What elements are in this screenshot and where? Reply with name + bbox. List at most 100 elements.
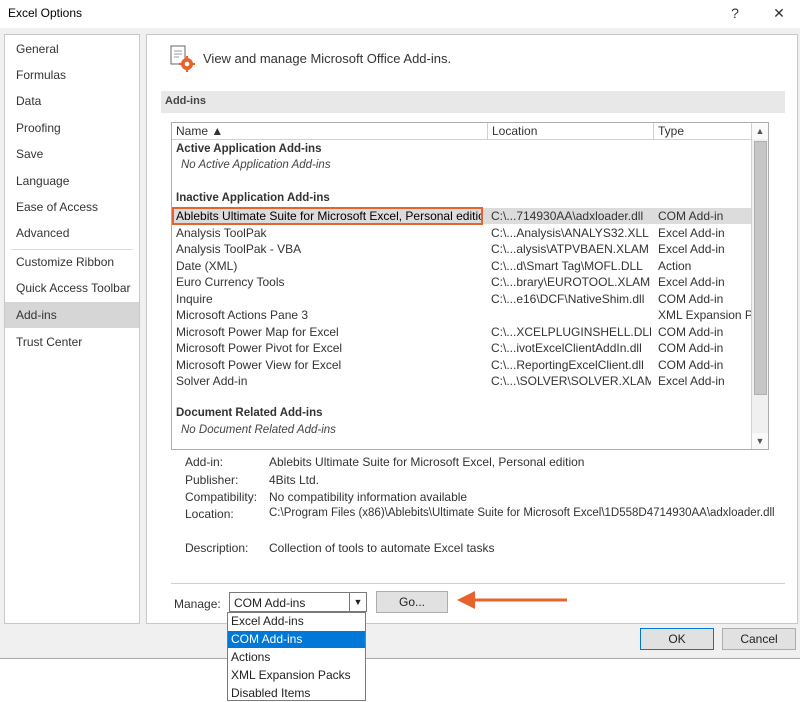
sidebar-item-quick-access-toolbar[interactable]: Quick Access Toolbar — [5, 275, 139, 301]
main-panel: View and manage Microsoft Office Add-ins… — [146, 34, 798, 624]
window-title: Excel Options — [8, 6, 83, 20]
manage-dropdown-list[interactable]: Excel Add-ins COM Add-ins Actions XML Ex… — [227, 612, 366, 701]
detail-label: Compatibility: — [185, 490, 258, 504]
scroll-up-icon[interactable]: ▲ — [752, 123, 768, 139]
detail-label: Location: — [185, 507, 234, 521]
row-location: C:\...714930AA\adxloader.dll — [491, 209, 644, 223]
row-name: Analysis ToolPak — [176, 226, 267, 240]
row-location: C:\...brary\EUROTOOL.XLAM — [491, 275, 651, 289]
row-location: C:\...ReportingExcelClient.dll — [491, 358, 644, 372]
group-active-empty: No Active Application Add-ins — [181, 159, 331, 171]
row-type: COM Add-in — [658, 209, 724, 223]
title-bar: Excel Options ? ✕ — [0, 0, 800, 28]
dropdown-option-com-addins[interactable]: COM Add-ins — [228, 631, 365, 648]
table-row[interactable]: Date (XML) C:\...d\Smart Tag\MOFL.DLL Ac… — [172, 258, 768, 274]
row-name: Solver Add-in — [176, 374, 248, 388]
row-name: Microsoft Actions Pane 3 — [176, 308, 309, 322]
table-row[interactable]: Analysis ToolPak C:\...Analysis\ANALYS32… — [172, 225, 768, 241]
close-button[interactable]: ✕ — [766, 3, 792, 23]
table-row[interactable]: Microsoft Power Pivot for Excel C:\...iv… — [172, 340, 768, 356]
table-row[interactable]: Analysis ToolPak - VBA C:\...alysis\ATPV… — [172, 241, 768, 257]
table-row[interactable]: Microsoft Actions Pane 3 XML Expansion P… — [172, 307, 768, 323]
row-type: COM Add-in — [658, 358, 724, 372]
row-type: Excel Add-in — [658, 374, 725, 388]
sidebar-item-trust-center[interactable]: Trust Center — [5, 329, 139, 355]
row-name: Analysis ToolPak - VBA — [176, 242, 302, 256]
ok-button[interactable]: OK — [640, 628, 714, 650]
row-location: C:\...e16\DCF\NativeShim.dll — [491, 292, 645, 306]
group-active-title: Active Application Add-ins — [176, 143, 322, 155]
detail-value: C:\Program Files (x86)\Ablebits\Ultimate… — [269, 507, 775, 519]
sidebar-item-customize-ribbon[interactable]: Customize Ribbon — [5, 249, 139, 275]
column-location-header[interactable]: Location — [488, 123, 654, 140]
detail-value: No compatibility information available — [269, 490, 468, 504]
row-type: Excel Add-in — [658, 226, 725, 240]
group-document-empty: No Document Related Add-ins — [181, 424, 336, 436]
row-type: Action — [658, 259, 692, 273]
table-row[interactable]: Euro Currency Tools C:\...brary\EUROTOOL… — [172, 274, 768, 290]
cancel-button[interactable]: Cancel — [722, 628, 796, 650]
row-name: Microsoft Power Map for Excel — [176, 325, 339, 339]
detail-label: Description: — [185, 541, 249, 555]
scroll-thumb[interactable] — [754, 141, 767, 395]
sidebar-item-advanced[interactable]: Advanced — [5, 220, 139, 246]
row-type: Excel Add-in — [658, 242, 725, 256]
excel-options-dialog: Excel Options ? ✕ General Formulas Data … — [0, 0, 800, 659]
row-name: Microsoft Power Pivot for Excel — [176, 341, 343, 355]
group-inactive-title: Inactive Application Add-ins — [176, 192, 330, 204]
sidebar-item-data[interactable]: Data — [5, 88, 139, 114]
row-name: Date (XML) — [176, 259, 238, 273]
row-name: Euro Currency Tools — [176, 275, 285, 289]
dropdown-arrow-icon[interactable]: ▼ — [349, 593, 366, 611]
section-header: Add-ins — [161, 91, 785, 113]
dropdown-option-excel-addins[interactable]: Excel Add-ins — [228, 613, 365, 630]
row-type: COM Add-in — [658, 325, 724, 339]
sidebar-item-language[interactable]: Language — [5, 168, 139, 194]
row-location: C:\...\SOLVER\SOLVER.XLAM — [491, 374, 651, 388]
row-location: C:\...ivotExcelClientAddIn.dll — [491, 341, 642, 355]
row-location: C:\...alysis\ATPVBAEN.XLAM — [491, 242, 649, 256]
highlight-box — [172, 207, 483, 225]
help-button[interactable]: ? — [722, 3, 748, 23]
group-document-title: Document Related Add-ins — [176, 407, 323, 419]
detail-value: 4Bits Ltd. — [269, 473, 320, 487]
sidebar-nav: General Formulas Data Proofing Save Lang… — [4, 34, 140, 624]
row-location: C:\...Analysis\ANALYS32.XLL — [491, 226, 649, 240]
table-row[interactable]: Inquire C:\...e16\DCF\NativeShim.dll COM… — [172, 291, 768, 307]
manage-select[interactable]: COM Add-ins ▼ — [229, 592, 367, 612]
section-title: Add-ins — [165, 95, 206, 107]
column-type-header[interactable]: Type — [654, 123, 752, 140]
row-name: Inquire — [176, 292, 213, 306]
row-type: Excel Add-in — [658, 275, 725, 289]
detail-label: Add-in: — [185, 455, 224, 469]
addins-gear-icon — [170, 45, 195, 72]
dropdown-option-actions[interactable]: Actions — [228, 649, 365, 666]
detail-label: Publisher: — [185, 473, 239, 487]
row-type: COM Add-in — [658, 292, 724, 306]
annotation-arrow-icon — [457, 591, 567, 609]
row-location: C:\...XCELPLUGINSHELL.DLL — [491, 325, 651, 339]
list-scrollbar[interactable]: ▲ ▼ — [751, 123, 768, 449]
header-description: View and manage Microsoft Office Add-ins… — [203, 51, 452, 66]
row-location: C:\...d\Smart Tag\MOFL.DLL — [491, 259, 643, 273]
dropdown-option-disabled-items[interactable]: Disabled Items — [228, 685, 365, 702]
sidebar-item-proofing[interactable]: Proofing — [5, 115, 139, 141]
scroll-down-icon[interactable]: ▼ — [752, 433, 768, 449]
sidebar-item-formulas[interactable]: Formulas — [5, 62, 139, 88]
table-row[interactable]: Solver Add-in C:\...\SOLVER\SOLVER.XLAM … — [172, 373, 768, 389]
sidebar-item-save[interactable]: Save — [5, 141, 139, 167]
sidebar-item-add-ins[interactable]: Add-ins — [5, 302, 139, 328]
row-name: Microsoft Power View for Excel — [176, 358, 342, 372]
detail-value: Ablebits Ultimate Suite for Microsoft Ex… — [269, 455, 585, 469]
manage-label: Manage: — [174, 597, 221, 611]
sidebar-item-general[interactable]: General — [5, 36, 139, 62]
go-button[interactable]: Go... — [376, 591, 448, 613]
sidebar-item-ease-of-access[interactable]: Ease of Access — [5, 194, 139, 220]
dropdown-option-xml-expansion-packs[interactable]: XML Expansion Packs — [228, 667, 365, 684]
table-row[interactable]: Microsoft Power Map for Excel C:\...XCEL… — [172, 324, 768, 340]
addins-list[interactable]: Name ▲ Location Type Active Application … — [171, 122, 769, 450]
column-name-header[interactable]: Name ▲ — [172, 123, 488, 140]
row-type: COM Add-in — [658, 341, 724, 355]
detail-value: Collection of tools to automate Excel ta… — [269, 541, 495, 555]
table-row[interactable]: Microsoft Power View for Excel C:\...Rep… — [172, 357, 768, 373]
